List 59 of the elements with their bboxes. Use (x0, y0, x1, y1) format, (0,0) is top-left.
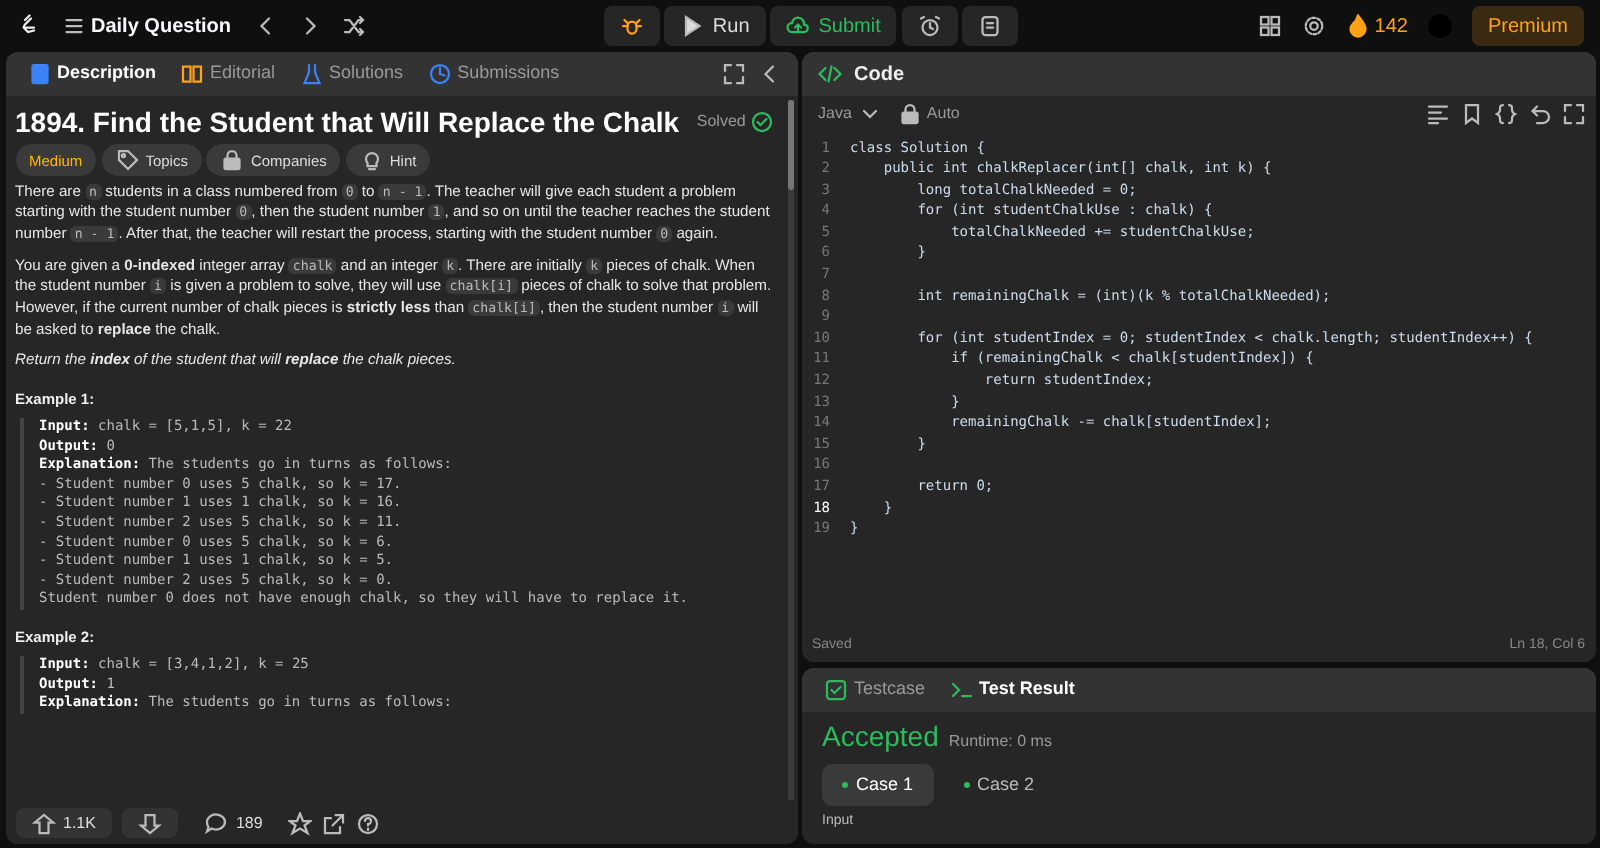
check-circle-icon (750, 110, 775, 135)
case-tab[interactable]: Case 2 (943, 763, 1055, 806)
panel-tab[interactable]: Description (21, 60, 163, 88)
bug-icon (619, 14, 644, 38)
premium-button[interactable]: Premium (1471, 6, 1584, 46)
tag-icon (115, 148, 140, 173)
bookmark-icon[interactable] (1459, 102, 1483, 126)
thumbs-up-icon (31, 811, 55, 835)
layout-icon[interactable] (1257, 14, 1282, 38)
panel-title: Code (854, 61, 904, 89)
panel-tab[interactable]: Editorial (174, 60, 282, 88)
auto-mode-label: Auto (897, 102, 960, 126)
like-button[interactable]: 1.1K (15, 808, 112, 838)
share-icon[interactable] (322, 811, 347, 835)
lock-icon (897, 102, 922, 126)
case-tab[interactable]: Case 1 (822, 763, 934, 806)
panel-tab[interactable]: Submissions (421, 60, 566, 88)
star-icon[interactable] (288, 811, 313, 835)
panel-tab[interactable]: Solutions (293, 60, 410, 88)
code-icon (818, 62, 842, 86)
cloud-upload-icon (786, 14, 811, 38)
submit-button[interactable]: Submit (770, 6, 897, 46)
list-icon (62, 14, 86, 38)
streak-counter[interactable]: 142 (1345, 11, 1408, 41)
format-icon[interactable] (1425, 102, 1449, 126)
settings-icon[interactable] (1301, 14, 1326, 38)
shuffle-icon[interactable] (341, 14, 366, 38)
panel-tab[interactable]: Testcase (818, 675, 932, 703)
timer-button[interactable] (901, 6, 958, 46)
terminal-icon (949, 677, 974, 701)
play-icon (680, 14, 705, 38)
braces-icon[interactable] (1493, 102, 1517, 126)
debug-button[interactable] (603, 6, 660, 46)
panel-tab[interactable]: Test Result (943, 675, 1081, 703)
runtime: Runtime: 0 ms (948, 730, 1052, 754)
maximize-icon[interactable] (1561, 102, 1585, 126)
book-icon (180, 62, 205, 86)
maximize-icon[interactable] (721, 62, 745, 86)
language-dropdown[interactable]: Java (812, 102, 888, 126)
thumbs-down-icon (137, 811, 162, 835)
dislike-button[interactable] (121, 808, 178, 838)
alarm-clock-icon (917, 14, 942, 38)
clock-icon (427, 62, 452, 86)
comments-button[interactable]: 189 (187, 808, 279, 838)
flask-icon (299, 62, 324, 86)
solved-status: Solved (696, 110, 775, 135)
lightbulb-icon (359, 148, 384, 173)
chat-bubble-icon (203, 811, 228, 835)
lock-icon (220, 148, 245, 173)
run-button[interactable]: Run (664, 6, 766, 46)
help-icon[interactable] (356, 811, 381, 835)
undo-icon[interactable] (1527, 102, 1551, 126)
problem-title: 1894. Find the Student that Will Replace the Chalk (15, 106, 680, 140)
note-icon (978, 14, 1003, 38)
logo-icon[interactable] (16, 14, 40, 38)
verdict: Accepted (822, 718, 939, 756)
checkbox-icon (824, 677, 848, 701)
problem-list-button[interactable]: Daily Question (60, 9, 234, 43)
notes-button[interactable] (962, 6, 1019, 46)
